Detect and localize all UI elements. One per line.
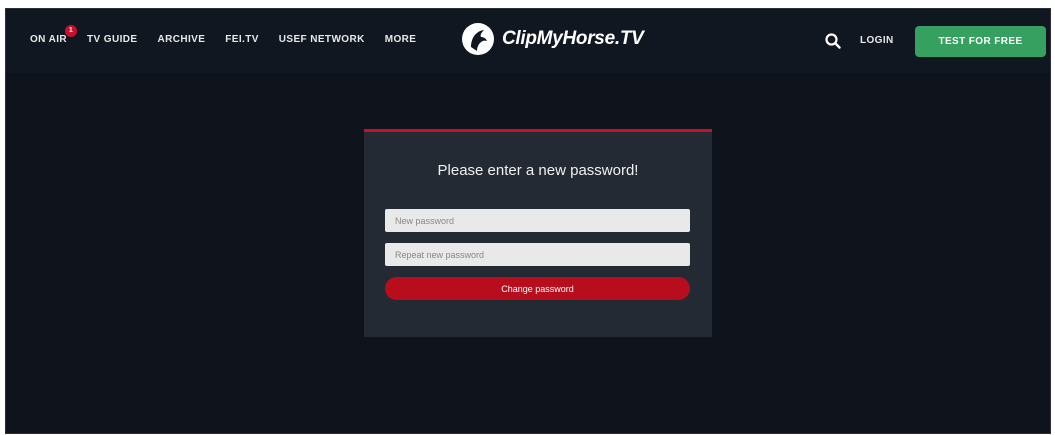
nav-item-on-air[interactable]: ON AIR 1 (30, 25, 78, 45)
repeat-password-input[interactable] (385, 243, 690, 266)
nav-item-usef-network[interactable]: USEF NETWORK (279, 34, 365, 45)
login-link[interactable]: LOGIN (860, 35, 894, 46)
nav-item-more[interactable]: MORE (385, 34, 417, 45)
brand-name: ClipMyHorse.TV (502, 28, 644, 49)
reset-password-card: Please enter a new password! Change pass… (364, 129, 712, 337)
change-password-button[interactable]: Change password (385, 277, 690, 300)
nav-item-fei-tv[interactable]: FEI.TV (225, 34, 259, 45)
top-navigation: ON AIR 1 TV GUIDE ARCHIVE FEI.TV USEF NE… (6, 9, 1050, 73)
new-password-input[interactable] (385, 209, 690, 232)
test-for-free-button[interactable]: TEST FOR FREE (915, 26, 1046, 57)
nav-item-archive[interactable]: ARCHIVE (157, 34, 205, 45)
live-count-badge: 1 (65, 25, 78, 37)
app-window: ON AIR 1 TV GUIDE ARCHIVE FEI.TV USEF NE… (5, 8, 1051, 434)
nav-item-tv-guide[interactable]: TV GUIDE (87, 34, 137, 45)
form-title: Please enter a new password! (437, 162, 639, 179)
horse-logo-icon (462, 23, 494, 55)
nav-item-label: ON AIR (30, 34, 68, 45)
search-icon[interactable] (824, 32, 842, 50)
brand-logo[interactable]: ClipMyHorse.TV (462, 23, 644, 55)
nav-links: ON AIR 1 TV GUIDE ARCHIVE FEI.TV USEF NE… (30, 25, 436, 45)
